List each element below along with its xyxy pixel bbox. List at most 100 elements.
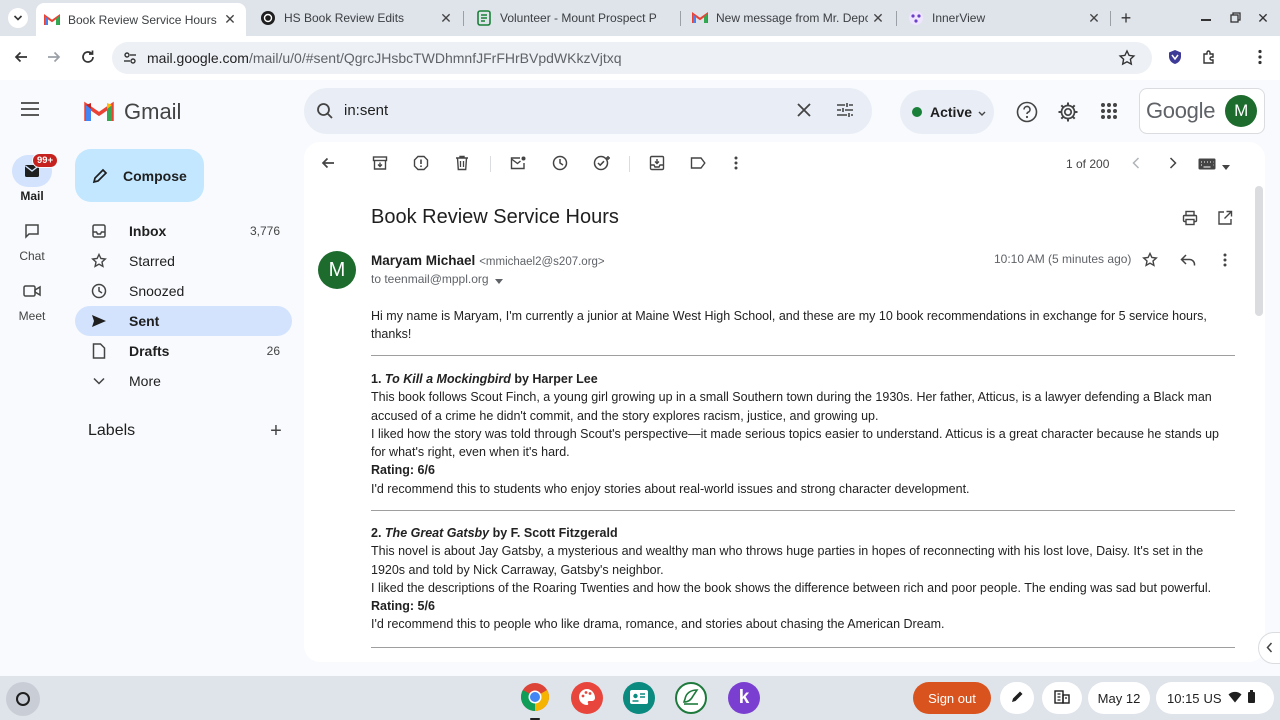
chrome-app[interactable] — [519, 682, 551, 720]
clear-search-icon[interactable] — [796, 102, 812, 121]
add-to-tasks-button[interactable] — [592, 154, 612, 174]
nav-sent[interactable]: Sent — [75, 306, 292, 336]
bookmark-star-icon[interactable] — [1118, 49, 1136, 70]
url-path: /mail/u/0/#sent/QgrcJHsbcTWDhmnfJFrFHrBV… — [248, 50, 622, 66]
account-switcher[interactable]: Google M — [1139, 88, 1265, 134]
launcher-icon — [16, 692, 30, 706]
rail-meet[interactable]: Meet — [8, 275, 56, 323]
tab-search-button[interactable] — [8, 8, 28, 28]
mark-unread-button[interactable] — [508, 154, 528, 174]
nav-drafts[interactable]: Drafts 26 — [75, 336, 292, 366]
sign-out-button[interactable]: Sign out — [913, 682, 991, 714]
star-email-button[interactable] — [1142, 251, 1158, 271]
rail-chat-label: Chat — [19, 249, 45, 263]
classroom-app[interactable] — [623, 682, 655, 714]
gmail-icon — [692, 10, 708, 26]
schoology-app[interactable] — [675, 682, 707, 714]
open-new-window-button[interactable] — [1217, 210, 1233, 229]
nav-starred[interactable]: Starred — [75, 246, 292, 276]
open-in-new-icon — [1217, 210, 1233, 229]
delete-button[interactable] — [452, 154, 472, 174]
newer-button[interactable] — [1126, 154, 1146, 174]
sender-name[interactable]: Maryam Michael — [371, 253, 475, 268]
add-label-button[interactable]: + — [266, 421, 286, 441]
reload-button[interactable] — [76, 46, 100, 70]
search-options-icon[interactable] — [836, 102, 854, 121]
print-button[interactable] — [1182, 210, 1198, 229]
new-tab-button[interactable]: + — [1116, 8, 1136, 28]
restore-window-button[interactable] — [1225, 8, 1245, 28]
nav-snoozed[interactable]: Snoozed — [75, 276, 292, 306]
date-button[interactable]: May 12 — [1088, 682, 1150, 714]
extensions-button[interactable] — [1197, 46, 1221, 70]
arrow-left-icon — [320, 155, 336, 174]
tab-close-icon[interactable]: ✕ — [220, 10, 240, 30]
main-menu-button[interactable] — [20, 101, 44, 121]
reply-button[interactable] — [1180, 253, 1196, 270]
extension-shield-button[interactable] — [1163, 46, 1187, 70]
apps-button[interactable] — [1100, 102, 1118, 123]
scrollbar-thumb[interactable] — [1255, 186, 1263, 316]
toolbar-separator — [629, 156, 630, 172]
close-window-button[interactable]: ✕ — [1253, 8, 1273, 28]
status-dropdown[interactable]: Active — [900, 90, 994, 134]
tab-volunteer[interactable]: Volunteer - Mount Prospect P — [468, 0, 678, 36]
arrow-right-icon — [46, 49, 62, 68]
report-spam-button[interactable] — [411, 154, 431, 174]
sender-avatar[interactable]: M — [318, 251, 356, 289]
nav-more[interactable]: More — [75, 366, 292, 396]
input-tools-button[interactable] — [1198, 156, 1232, 174]
settings-button[interactable] — [1057, 101, 1079, 126]
nav-inbox-count: 3,776 — [249, 224, 280, 238]
message-more-button[interactable] — [1223, 253, 1227, 270]
back-button[interactable] — [9, 46, 33, 70]
forward-button[interactable] — [42, 46, 66, 70]
tab-book-review[interactable]: Book Review Service Hours - m ✕ — [36, 3, 246, 36]
nav-inbox-label: Inbox — [129, 223, 167, 239]
enterprise-button[interactable] — [1042, 682, 1082, 714]
launcher-button[interactable] — [6, 682, 40, 716]
divider — [371, 355, 1235, 356]
move-to-button[interactable] — [647, 154, 667, 174]
labels-button[interactable] — [688, 154, 708, 174]
rail-mail[interactable]: 99+ Mail — [8, 153, 59, 203]
search-input[interactable]: in:sent — [344, 102, 388, 119]
search-bar[interactable]: in:sent — [304, 88, 872, 134]
book-2-author: by F. Scott Fitzgerald — [492, 526, 618, 540]
more-actions-button[interactable] — [726, 154, 746, 174]
rail-mail-label: Mail — [20, 189, 44, 203]
tab-close-icon[interactable]: ✕ — [1084, 8, 1104, 28]
tab-new-message[interactable]: New message from Mr. Depc ✕ — [684, 0, 894, 36]
chevron-down-icon — [89, 377, 109, 385]
system-tray[interactable]: 10:15 US — [1156, 682, 1274, 714]
nav-drafts-count: 26 — [266, 344, 280, 358]
compose-button[interactable]: Compose — [75, 149, 204, 202]
stylus-tools-button[interactable] — [1000, 682, 1034, 714]
kami-app[interactable]: k — [728, 682, 760, 714]
side-panel-toggle[interactable] — [1258, 632, 1280, 664]
tab-close-icon[interactable]: ✕ — [436, 8, 456, 28]
older-button[interactable] — [1163, 154, 1183, 174]
back-to-sent-button[interactable] — [318, 154, 338, 174]
hamburger-icon — [20, 102, 40, 120]
stylus-icon — [1010, 690, 1024, 707]
tab-hs-book-review[interactable]: HS Book Review Edits ✕ — [252, 0, 462, 36]
tab-close-icon[interactable]: ✕ — [868, 8, 888, 28]
tab-innerview[interactable]: InnerView ✕ — [900, 0, 1110, 36]
search-icon[interactable] — [316, 102, 334, 123]
sender-line: Maryam Michael <mmichael2@s207.org> — [371, 252, 605, 268]
archive-button[interactable] — [370, 154, 390, 174]
show-details-icon[interactable] — [494, 271, 503, 287]
support-button[interactable] — [1016, 101, 1038, 126]
canvas-app[interactable] — [571, 682, 603, 714]
address-bar[interactable]: mail.google.com/mail/u/0/#sent/QgrcJHsbc… — [112, 42, 1152, 74]
locale-text: US — [1203, 690, 1222, 706]
nav-inbox[interactable]: Inbox 3,776 — [75, 216, 292, 246]
site-settings-icon[interactable] — [122, 50, 138, 69]
minimize-window-button[interactable] — [1196, 8, 1216, 28]
snooze-button[interactable] — [550, 154, 570, 174]
rail-chat[interactable]: Chat — [8, 215, 56, 263]
browser-menu-button[interactable] — [1248, 46, 1272, 70]
minimize-icon — [1201, 19, 1211, 21]
gmail-logo[interactable]: Gmail — [84, 99, 181, 125]
